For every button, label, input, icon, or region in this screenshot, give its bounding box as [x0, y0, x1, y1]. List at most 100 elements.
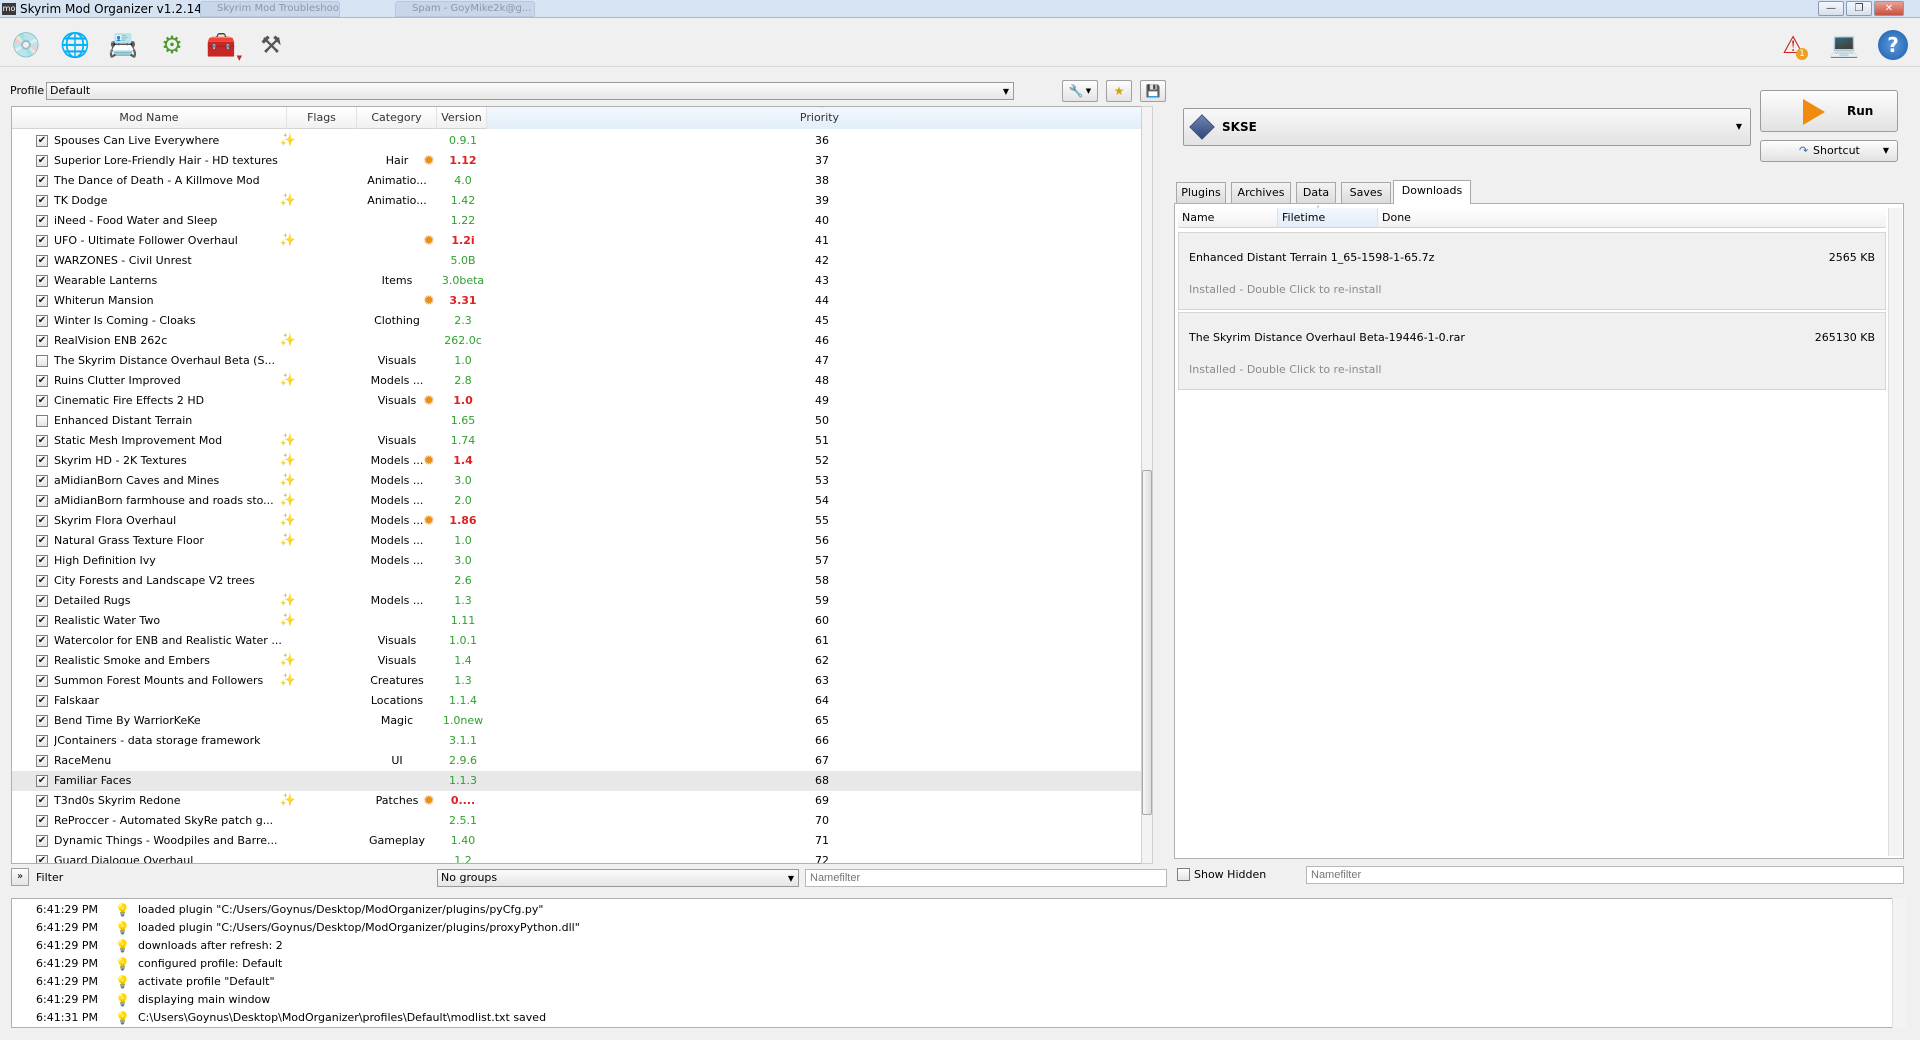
mod-row[interactable]: ✔ aMidianBorn farmhouse and roads sto... ✨…	[12, 491, 1150, 511]
mod-enabled-checkbox[interactable]	[36, 355, 48, 367]
mod-row[interactable]: ✔ Falskaar Locations 1.1.4 64	[12, 691, 1150, 711]
mod-row[interactable]: ✔ Superior Lore-Friendly Hair - HD textur…	[12, 151, 1150, 171]
mod-enabled-checkbox[interactable]: ✔	[36, 215, 48, 227]
tab-downloads[interactable]: Downloads	[1393, 180, 1471, 204]
mod-row[interactable]: ✔ Detailed Rugs ✨ Models ... 1.3 59	[12, 591, 1150, 611]
mod-row[interactable]: ✔ aMidianBorn Caves and Mines ✨ Models ... 3…	[12, 471, 1150, 491]
mod-row[interactable]: ✔ Realistic Water Two ✨ 1.11 60	[12, 611, 1150, 631]
mod-row[interactable]: ✔ Familiar Faces 1.1.3 68	[12, 771, 1150, 791]
profile-select[interactable]: Default ▼	[46, 82, 1014, 100]
mod-row[interactable]: ✔ ReProccer - Automated SkyRe patch g... 2…	[12, 811, 1150, 831]
mod-enabled-checkbox[interactable]: ✔	[36, 395, 48, 407]
mod-row[interactable]: ✔ JContainers - data storage framework 3.1…	[12, 731, 1150, 751]
mod-enabled-checkbox[interactable]: ✔	[36, 635, 48, 647]
mod-enabled-checkbox[interactable]: ✔	[36, 695, 48, 707]
mod-enabled-checkbox[interactable]: ✔	[36, 175, 48, 187]
column-header-priority[interactable]: ˄ Priority	[487, 107, 1150, 129]
mod-enabled-checkbox[interactable]: ✔	[36, 715, 48, 727]
mod-row[interactable]: ✔ Winter Is Coming - Cloaks Clothing 2.3 45	[12, 311, 1150, 331]
mod-enabled-checkbox[interactable]: ✔	[36, 595, 48, 607]
executables-gears-icon[interactable]: ⚙	[155, 28, 189, 62]
mod-enabled-checkbox[interactable]: ✔	[36, 155, 48, 167]
mod-enabled-checkbox[interactable]: ✔	[36, 535, 48, 547]
maximize-button[interactable]: ❐	[1846, 1, 1872, 16]
download-item[interactable]: Enhanced Distant Terrain 1_65-1598-1-65.…	[1178, 232, 1886, 310]
mod-row[interactable]: ✔ Bend Time By WarriorKeKe Magic 1.0new 65	[12, 711, 1150, 731]
mod-enabled-checkbox[interactable]: ✔	[36, 675, 48, 687]
tab-archives[interactable]: Archives	[1231, 182, 1291, 203]
run-button[interactable]: Run	[1760, 90, 1898, 132]
show-hidden-checkbox[interactable]	[1177, 868, 1190, 881]
background-window-tab[interactable]: Spam - GoyMike2k@g...	[395, 1, 535, 17]
mod-enabled-checkbox[interactable]: ✔	[36, 815, 48, 827]
minimize-button[interactable]: —	[1818, 1, 1844, 16]
column-header-category[interactable]: Category	[357, 107, 437, 129]
mod-enabled-checkbox[interactable]: ✔	[36, 375, 48, 387]
mod-row[interactable]: ✔ WARZONES - Civil Unrest 5.0B 42	[12, 251, 1150, 271]
shortcut-button[interactable]: ↷ Shortcut ▼	[1760, 140, 1898, 162]
column-header-mod-name[interactable]: Mod Name	[12, 107, 287, 129]
mod-enabled-checkbox[interactable]: ✔	[36, 775, 48, 787]
mod-enabled-checkbox[interactable]: ✔	[36, 275, 48, 287]
log-scrollbar[interactable]	[1892, 898, 1906, 1028]
tab-plugins[interactable]: Plugins	[1176, 182, 1226, 203]
mod-row[interactable]: Enhanced Distant Terrain 1.65 50	[12, 411, 1150, 431]
mod-row[interactable]: ✔ Guard Dialogue Overhaul 1.2 72	[12, 851, 1150, 863]
close-button[interactable]: ✕	[1874, 1, 1904, 16]
mod-enabled-checkbox[interactable]: ✔	[36, 795, 48, 807]
mod-enabled-checkbox[interactable]: ✔	[36, 255, 48, 267]
mod-enabled-checkbox[interactable]: ✔	[36, 455, 48, 467]
groups-select[interactable]: No groups ▼	[437, 869, 799, 887]
mod-row[interactable]: ✔ Watercolor for ENB and Realistic Water …	[12, 631, 1150, 651]
column-header-version[interactable]: Version	[437, 107, 487, 129]
update-icon[interactable]: 💻	[1827, 28, 1861, 62]
export-list-icon[interactable]: 💾	[1140, 80, 1166, 102]
mod-row[interactable]: ✔ City Forests and Landscape V2 trees 2.6 5…	[12, 571, 1150, 591]
mod-enabled-checkbox[interactable]: ✔	[36, 555, 48, 567]
mod-row[interactable]: ✔ The Dance of Death - A Killmove Mod Anim…	[12, 171, 1150, 191]
nexus-globe-icon[interactable]: 🌐	[58, 28, 92, 62]
mod-enabled-checkbox[interactable]: ✔	[36, 735, 48, 747]
mod-actions-button[interactable]: 🔧 ▼	[1062, 80, 1098, 102]
mod-list-table[interactable]: Mod Name Flags Category Version ˄ Priorit…	[11, 106, 1151, 864]
mod-row[interactable]: ✔ Summon Forest Mounts and Followers ✨ Crea…	[12, 671, 1150, 691]
mod-row[interactable]: ✔ iNeed - Food Water and Sleep 1.22 40	[12, 211, 1150, 231]
open-folder-icon[interactable]: ★	[1106, 80, 1132, 102]
help-icon[interactable]: ?	[1876, 28, 1910, 62]
column-header-flags[interactable]: Flags	[287, 107, 357, 129]
mod-row[interactable]: ✔ Skyrim HD - 2K Textures ✨ Models ... ✹ 1.4 5…	[12, 451, 1150, 471]
mod-row[interactable]: ✔ Cinematic Fire Effects 2 HD Visuals ✹ 1.0 4…	[12, 391, 1150, 411]
tab-saves[interactable]: Saves	[1341, 182, 1391, 203]
mod-enabled-checkbox[interactable]: ✔	[36, 495, 48, 507]
column-header-filetime[interactable]: ˄ Filetime	[1278, 205, 1378, 228]
mod-row[interactable]: ✔ Spouses Can Live Everywhere ✨ 0.9.1 36	[12, 131, 1150, 151]
mod-row[interactable]: ✔ Wearable Lanterns Items 3.0beta 43	[12, 271, 1150, 291]
column-header-done[interactable]: Done	[1378, 208, 1886, 228]
mod-row[interactable]: ✔ Realistic Smoke and Embers ✨ Visuals 1.4 62	[12, 651, 1150, 671]
warning-icon[interactable]: ⚠ 1	[1776, 28, 1810, 62]
mod-enabled-checkbox[interactable]: ✔	[36, 515, 48, 527]
mod-row[interactable]: ✔ UFO - Ultimate Follower Overhaul ✨ ✹ 1.2i 4…	[12, 231, 1150, 251]
column-header-download-name[interactable]: Name	[1178, 208, 1278, 228]
mod-enabled-checkbox[interactable]: ✔	[36, 835, 48, 847]
mod-row[interactable]: ✔ Ruins Clutter Improved ✨ Models ... 2.8 48	[12, 371, 1150, 391]
background-window-tab[interactable]: Skyrim Mod Troubleshoo...	[200, 1, 340, 17]
mod-enabled-checkbox[interactable]: ✔	[36, 575, 48, 587]
mod-enabled-checkbox[interactable]: ✔	[36, 615, 48, 627]
mod-enabled-checkbox[interactable]: ✔	[36, 855, 48, 863]
settings-icon[interactable]: ⚒	[254, 28, 288, 62]
mod-enabled-checkbox[interactable]: ✔	[36, 435, 48, 447]
mod-row[interactable]: ✔ RaceMenu UI 2.9.6 67	[12, 751, 1150, 771]
filter-toggle-button[interactable]: »	[11, 868, 29, 886]
mod-enabled-checkbox[interactable]: ✔	[36, 195, 48, 207]
mod-enabled-checkbox[interactable]: ✔	[36, 135, 48, 147]
mod-enabled-checkbox[interactable]: ✔	[36, 655, 48, 667]
mod-row[interactable]: ✔ Whiterun Mansion ✹ 3.31 44	[12, 291, 1150, 311]
mod-row[interactable]: ✔ TK Dodge ✨ Animatio... 1.42 39	[12, 191, 1150, 211]
mod-row[interactable]: ✔ T3nd0s Skyrim Redone ✨ Patches ✹ 0.... 69	[12, 791, 1150, 811]
downloads-namefilter-input[interactable]	[1306, 866, 1904, 884]
mod-row[interactable]: ✔ Natural Grass Texture Floor ✨ Models ... 1…	[12, 531, 1150, 551]
mod-namefilter-input[interactable]	[805, 869, 1167, 887]
profiles-icon[interactable]: 📇	[106, 28, 140, 62]
mod-enabled-checkbox[interactable]: ✔	[36, 315, 48, 327]
